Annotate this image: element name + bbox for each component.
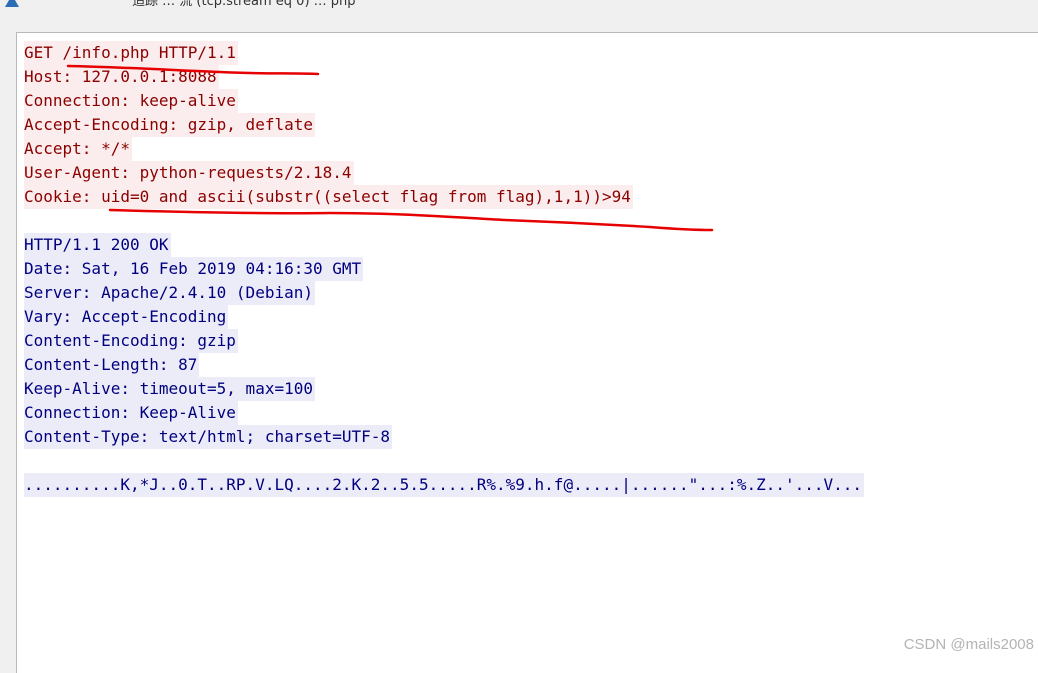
- response-keep-alive: Keep-Alive: timeout=5, max=100: [24, 377, 315, 401]
- wireshark-fin-icon: [5, 0, 19, 7]
- response-date: Date: Sat, 16 Feb 2019 04:16:30 GMT: [24, 257, 364, 281]
- request-cookie: Cookie: uid=0 and ascii(substr((select f…: [24, 185, 633, 209]
- request-accept-encoding: Accept-Encoding: gzip, deflate: [24, 113, 315, 137]
- response-server: Server: Apache/2.4.10 (Debian): [24, 281, 315, 305]
- request-accept: Accept: */*: [24, 137, 132, 161]
- response-status: HTTP/1.1 200 OK: [24, 233, 171, 257]
- request-user-agent: User-Agent: python-requests/2.18.4: [24, 161, 354, 185]
- response-content-length: Content-Length: 87: [24, 353, 200, 377]
- response-body-data: ..........K,*J..0.T..RP.V.LQ....2.K.2..5…: [24, 473, 865, 497]
- window-titlebar: 追踪 … 流 (tcp.stream eq 0) … php: [0, 0, 1038, 16]
- response-content-type: Content-Type: text/html; charset=UTF-8: [24, 425, 393, 449]
- csdn-watermark: CSDN @mails2008: [903, 636, 1034, 653]
- window-title: 追踪 … 流 (tcp.stream eq 0) … php: [132, 0, 356, 9]
- request-host: Host: 127.0.0.1:8088: [24, 65, 219, 89]
- response-vary: Vary: Accept-Encoding: [24, 305, 229, 329]
- response-content-encoding: Content-Encoding: gzip: [24, 329, 238, 353]
- request-connection: Connection: keep-alive: [24, 89, 238, 113]
- request-line: GET /info.php HTTP/1.1: [24, 41, 238, 65]
- follow-stream-text-view[interactable]: GET /info.php HTTP/1.1 Host: 127.0.0.1:8…: [16, 32, 1038, 673]
- response-connection: Connection: Keep-Alive: [24, 401, 238, 425]
